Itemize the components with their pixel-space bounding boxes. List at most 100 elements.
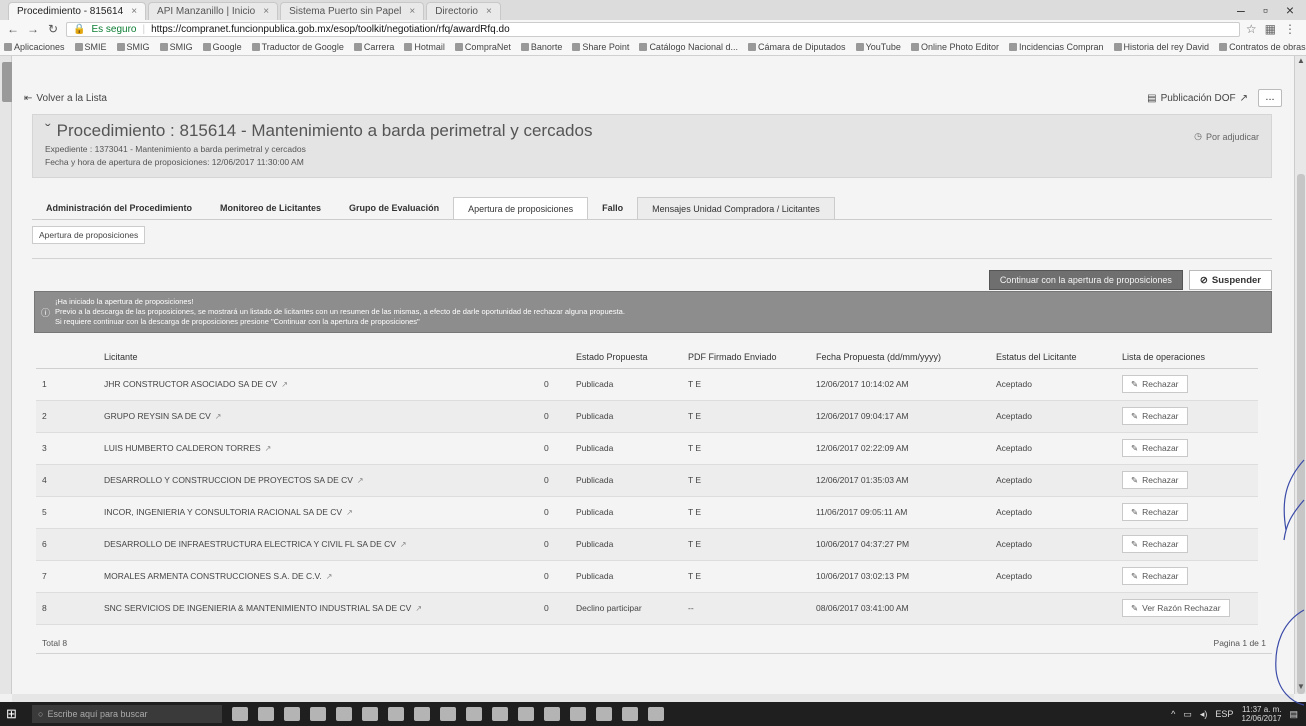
reject-button[interactable]: ✎ Rechazar <box>1122 503 1188 521</box>
bookmark-item[interactable]: Share Point <box>572 42 629 52</box>
bookmark-item[interactable]: Traductor de Google <box>251 42 344 52</box>
tab-monitoreo[interactable]: Monitoreo de Licitantes <box>206 197 335 219</box>
app-icon[interactable] <box>544 707 560 721</box>
external-link-icon[interactable]: ↗ <box>281 380 288 389</box>
reject-button[interactable]: ✎ Rechazar <box>1122 407 1188 425</box>
bookmark-item[interactable]: Contratos de obras p... <box>1219 42 1306 52</box>
bookmark-item[interactable]: CompraNet <box>454 42 511 52</box>
maximize-icon[interactable]: ▫ <box>1263 2 1268 18</box>
excel-icon[interactable] <box>362 707 378 721</box>
external-link-icon[interactable]: ↗ <box>346 508 353 517</box>
app-icon[interactable] <box>596 707 612 721</box>
reject-button[interactable]: ✎ Rechazar <box>1122 439 1188 457</box>
task-view-icon[interactable] <box>258 707 274 721</box>
edge-icon[interactable] <box>284 707 300 721</box>
tab-mensajes[interactable]: Mensajes Unidad Compradora / Licitantes <box>637 197 835 219</box>
continue-opening-button[interactable]: Continuar con la apertura de proposicion… <box>988 270 1183 290</box>
taskbar-search[interactable]: ○ Escribe aquí para buscar <box>32 705 222 723</box>
external-link-icon[interactable]: ↗ <box>415 604 422 613</box>
suspend-button[interactable]: ⊘ Suspender <box>1188 270 1272 290</box>
subtab-apertura[interactable]: Apertura de proposiciones <box>32 226 146 244</box>
bookmark-item[interactable]: Carrera <box>353 42 394 52</box>
col-fecha[interactable]: Fecha Propuesta (dd/mm/yyyy) <box>810 346 990 369</box>
close-icon[interactable]: × <box>263 6 269 17</box>
reject-button[interactable]: ✎ Rechazar <box>1122 535 1188 553</box>
minimize-icon[interactable]: – <box>1237 2 1245 18</box>
bookmark-label: Online Photo Editor <box>920 41 999 52</box>
photos-icon[interactable] <box>440 707 456 721</box>
browser-tab-4[interactable]: Directorio × <box>426 2 501 20</box>
back-arrow-icon[interactable]: ← <box>6 22 20 36</box>
col-estatus[interactable]: Estatus del Licitante <box>990 346 1116 369</box>
calculator-icon[interactable] <box>492 707 508 721</box>
tab-apertura[interactable]: Apertura de proposiciones <box>453 197 589 219</box>
app-icon[interactable] <box>648 707 664 721</box>
close-icon[interactable]: × <box>486 6 492 17</box>
notifications-icon[interactable]: ▤ <box>1289 709 1298 720</box>
network-icon[interactable]: ▭ <box>1183 709 1192 720</box>
bookmark-item[interactable]: Historia del rey David <box>1113 42 1209 52</box>
bookmark-item[interactable]: Google <box>202 42 242 52</box>
bookmark-item[interactable]: SMIG <box>116 42 150 52</box>
bookmark-item[interactable]: Catálogo Nacional d... <box>639 42 738 52</box>
external-link-icon[interactable]: ↗ <box>400 540 407 549</box>
tab-administracion[interactable]: Administración del Procedimiento <box>32 197 206 219</box>
publication-dof-link[interactable]: ▤ Publicación DOF ↗ <box>1147 93 1248 104</box>
star-icon[interactable]: ☆ <box>1246 22 1257 36</box>
outlook-icon[interactable] <box>388 707 404 721</box>
external-link-icon[interactable]: ↗ <box>357 476 364 485</box>
browser-tab-2[interactable]: API Manzanillo | Inicio × <box>148 2 279 20</box>
bookmark-item[interactable]: Online Photo Editor <box>910 41 999 52</box>
bookmark-item[interactable]: Aplicaciones <box>4 42 65 52</box>
reload-icon[interactable]: ↻ <box>46 22 60 36</box>
tab-grupo-evaluacion[interactable]: Grupo de Evaluación <box>335 197 453 219</box>
external-link-icon[interactable]: ↗ <box>215 412 222 421</box>
reject-button[interactable]: ✎ Rechazar <box>1122 567 1188 585</box>
forward-arrow-icon[interactable]: → <box>26 22 40 36</box>
bookmark-item[interactable]: YouTube <box>855 42 901 52</box>
browser-tab-1[interactable]: Procedimiento - 815614 × <box>8 2 147 20</box>
tray-chevron-icon[interactable]: ^ <box>1171 709 1175 719</box>
external-link-icon[interactable]: ↗ <box>265 444 272 453</box>
col-licitante[interactable]: Licitante <box>98 346 538 369</box>
bookmark-item[interactable]: SMIE <box>74 42 107 52</box>
pub-dof-label: Publicación DOF <box>1160 92 1236 104</box>
back-to-list-link[interactable]: ⇤ Volver a la Lista <box>24 93 107 104</box>
collapse-icon[interactable]: ˇ <box>45 121 51 141</box>
bookmark-item[interactable]: Cámara de Diputados <box>748 42 846 52</box>
reject-button[interactable]: ✎ Rechazar <box>1122 375 1188 393</box>
url-field[interactable]: 🔒 Es seguro | https://compranet.funcionp… <box>66 21 1240 37</box>
extension-icon[interactable]: ▦ <box>1265 22 1276 36</box>
close-icon[interactable]: × <box>131 6 137 17</box>
word-icon[interactable] <box>414 707 430 721</box>
bookmark-item[interactable]: Banorte <box>520 42 562 52</box>
close-window-icon[interactable]: × <box>1286 2 1294 18</box>
col-estado[interactable]: Estado Propuesta <box>570 346 682 369</box>
chrome-icon[interactable] <box>466 707 482 721</box>
app-icon[interactable] <box>518 707 534 721</box>
view-reason-reject-button[interactable]: ✎ Ver Razón Rechazar <box>1122 599 1230 617</box>
bookmark-item[interactable]: Incidencias Compran <box>1008 42 1104 52</box>
col-pdf[interactable]: PDF Firmado Enviado <box>682 346 810 369</box>
side-panel-handle[interactable] <box>0 56 30 694</box>
volume-icon[interactable]: ◂) <box>1200 709 1208 720</box>
windows-start-icon[interactable]: ⊞ <box>6 706 22 722</box>
procedure-title: Procedimiento : 815614 - Mantenimiento a… <box>56 121 593 140</box>
scroll-up-icon[interactable]: ▲ <box>1295 56 1306 68</box>
app-icon[interactable] <box>622 707 638 721</box>
ie-icon[interactable] <box>570 707 586 721</box>
more-options-button[interactable]: ... <box>1258 89 1282 107</box>
procedure-title-row: ˇ Procedimiento : 815614 - Mantenimiento… <box>45 121 1259 141</box>
bookmark-item[interactable]: Hotmail <box>404 42 445 52</box>
tab-fallo[interactable]: Fallo <box>588 197 637 219</box>
browser-tab-3[interactable]: Sistema Puerto sin Papel × <box>280 2 425 20</box>
bookmark-item[interactable]: SMIG <box>159 42 193 52</box>
microphone-icon[interactable] <box>232 707 248 721</box>
menu-icon[interactable]: ⋮ <box>1284 22 1296 36</box>
file-explorer-icon[interactable] <box>310 707 326 721</box>
language-indicator[interactable]: ESP <box>1215 709 1233 719</box>
store-icon[interactable] <box>336 707 352 721</box>
reject-button[interactable]: ✎ Rechazar <box>1122 471 1188 489</box>
external-link-icon[interactable]: ↗ <box>326 572 333 581</box>
close-icon[interactable]: × <box>409 6 415 17</box>
